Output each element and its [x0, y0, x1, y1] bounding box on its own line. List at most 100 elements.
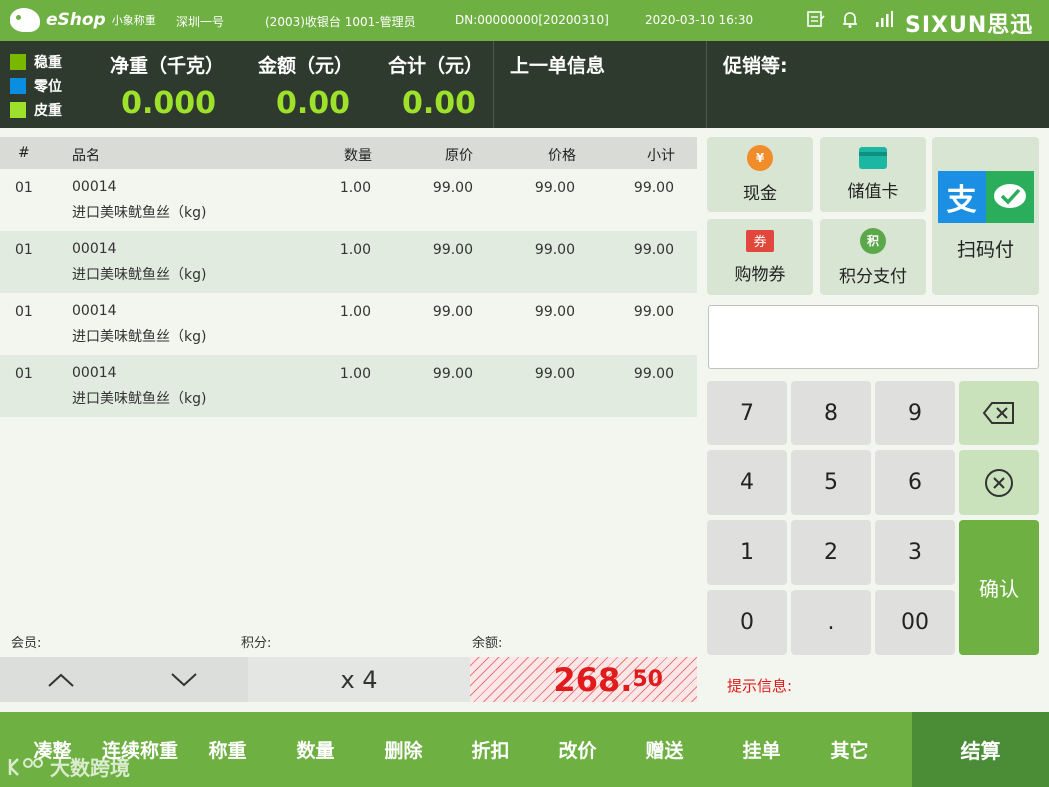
net-weight-value: 0.000: [121, 86, 216, 121]
coupon-label: 购物券: [734, 264, 786, 285]
stored-value-card-button[interactable]: 储值卡: [820, 137, 926, 212]
notes-icon[interactable]: [806, 9, 826, 29]
total-value: 0.00: [401, 86, 476, 121]
confirm-button[interactable]: 确认: [959, 520, 1039, 655]
card-label: 储值卡: [847, 182, 899, 202]
key-0[interactable]: 0: [707, 590, 787, 655]
key-8[interactable]: 8: [791, 381, 871, 445]
key-1[interactable]: 1: [707, 520, 787, 585]
points-payment-button[interactable]: 积 积分支付: [820, 219, 926, 295]
row-code: 00014: [72, 303, 117, 319]
header-price: 价格: [548, 148, 576, 164]
top-bar: eShop 小象称重 深圳一号 (2003)收银台 1001-管理员 DN:00…: [0, 0, 1049, 41]
table-row[interactable]: 01 00014 进口美味鱿鱼丝（kg) 1.00 99.00 99.00 99…: [0, 231, 697, 293]
row-subtotal: 99.00: [633, 366, 674, 382]
header-name: 品名: [72, 148, 100, 164]
elephant-logo-icon: [10, 8, 40, 32]
row-qty: 1.00: [339, 366, 371, 382]
watermark: 大数跨境: [6, 752, 130, 781]
legend-zero: 零位: [10, 74, 62, 98]
row-index: 01: [15, 304, 33, 320]
key-3[interactable]: 3: [875, 520, 955, 585]
scroll-down-button[interactable]: [122, 657, 246, 702]
gift-button[interactable]: 赠送: [632, 712, 697, 787]
table-header: # 品名 数量 原价 价格 小计: [0, 137, 697, 169]
row-code: 00014: [72, 241, 117, 257]
total-label: 合计（元）: [388, 55, 484, 77]
other-button[interactable]: 其它: [817, 712, 882, 787]
cash-label: 现金: [743, 184, 777, 204]
clear-button[interactable]: [959, 450, 1039, 515]
change-price-button[interactable]: 改价: [545, 712, 610, 787]
tare-indicator-icon: [10, 102, 26, 118]
table-row[interactable]: 01 00014 进口美味鱿鱼丝（kg) 1.00 99.00 99.00 99…: [0, 169, 697, 231]
quantity-button[interactable]: 数量: [283, 712, 348, 787]
last-order-label: 上一单信息: [510, 55, 606, 77]
row-name: 进口美味鱿鱼丝（kg): [72, 267, 207, 283]
key-dot[interactable]: .: [791, 590, 871, 655]
amount-label: 金额（元）: [258, 55, 354, 77]
key-2[interactable]: 2: [791, 520, 871, 585]
item-count: x 4: [248, 657, 470, 702]
header-orig-price: 原价: [445, 148, 473, 164]
chevron-up-icon: [48, 673, 74, 687]
row-price: 99.00: [534, 304, 575, 320]
table-row[interactable]: 01 00014 进口美味鱿鱼丝（kg) 1.00 99.00 99.00 99…: [0, 355, 697, 417]
signal-icon: [876, 11, 893, 27]
scan-pay-icons: 支: [937, 170, 1034, 223]
amount-input[interactable]: [708, 305, 1039, 369]
brand-logo: eShop 小象称重: [10, 8, 156, 32]
row-orig-price: 99.00: [432, 304, 473, 320]
table-row[interactable]: 01 00014 进口美味鱿鱼丝（kg) 1.00 99.00 99.00 99…: [0, 293, 697, 355]
grand-total-decimal: 50: [632, 667, 663, 692]
document-number: DN:00000000[20200310]: [455, 13, 609, 27]
row-orig-price: 99.00: [432, 366, 473, 382]
header-qty: 数量: [344, 148, 372, 164]
row-name: 进口美味鱿鱼丝（kg): [72, 391, 207, 407]
coupon-payment-button[interactable]: 券 购物券: [707, 219, 813, 295]
scroll-up-button[interactable]: [0, 657, 122, 702]
hold-order-button[interactable]: 挂单: [729, 712, 794, 787]
bell-icon[interactable]: [840, 9, 860, 29]
legend-tare: 皮重: [10, 98, 62, 122]
points-payment-label: 积分支付: [839, 266, 907, 287]
key-00[interactable]: 00: [875, 590, 955, 655]
zero-indicator-icon: [10, 78, 26, 94]
key-6[interactable]: 6: [875, 450, 955, 515]
weigh-button[interactable]: 称重: [195, 712, 260, 787]
logo-subtitle: 小象称重: [111, 14, 156, 27]
net-weight: 净重（千克） 0.000: [110, 51, 225, 121]
delete-button[interactable]: 删除: [371, 712, 436, 787]
row-orig-price: 99.00: [432, 180, 473, 196]
key-7[interactable]: 7: [707, 381, 787, 445]
row-subtotal: 99.00: [633, 242, 674, 258]
terminal-info: (2003)收银台 1001-管理员: [265, 15, 416, 29]
key-5[interactable]: 5: [791, 450, 871, 515]
discount-button[interactable]: 折扣: [458, 712, 523, 787]
backspace-button[interactable]: [959, 381, 1039, 445]
backspace-icon: [982, 402, 1014, 424]
table-nav-bar: x 4 268. 50: [0, 657, 697, 702]
items-table: # 品名 数量 原价 价格 小计 01 00014 进口美味鱿鱼丝（kg) 1.…: [0, 137, 697, 417]
row-price: 99.00: [534, 242, 575, 258]
yuan-coin-icon: ¥: [747, 145, 773, 171]
row-code: 00014: [72, 365, 117, 381]
row-qty: 1.00: [339, 180, 371, 196]
scale-panel: 稳重 零位 皮重 净重（千克） 0.000 金额（元） 0.00 合计（元） 0…: [0, 41, 1049, 128]
amount: 金额（元） 0.00: [258, 51, 354, 121]
scan-pay-button[interactable]: 支 扫码付: [932, 137, 1039, 295]
key-9[interactable]: 9: [875, 381, 955, 445]
row-subtotal: 99.00: [633, 180, 674, 196]
settle-button[interactable]: 结算: [912, 712, 1049, 787]
row-code: 00014: [72, 179, 117, 195]
wechat-pay-icon: [985, 170, 1034, 223]
net-weight-label: 净重（千克）: [110, 55, 225, 77]
header-subtotal: 小计: [647, 148, 675, 164]
row-subtotal: 99.00: [633, 304, 674, 320]
cash-payment-button[interactable]: ¥ 现金: [707, 137, 813, 212]
key-4[interactable]: 4: [707, 450, 787, 515]
amount-value: 0.00: [275, 86, 350, 121]
promo-label: 促销等:: [723, 55, 788, 77]
header-index: #: [18, 145, 30, 161]
hint-message: 提示信息:: [727, 677, 793, 695]
